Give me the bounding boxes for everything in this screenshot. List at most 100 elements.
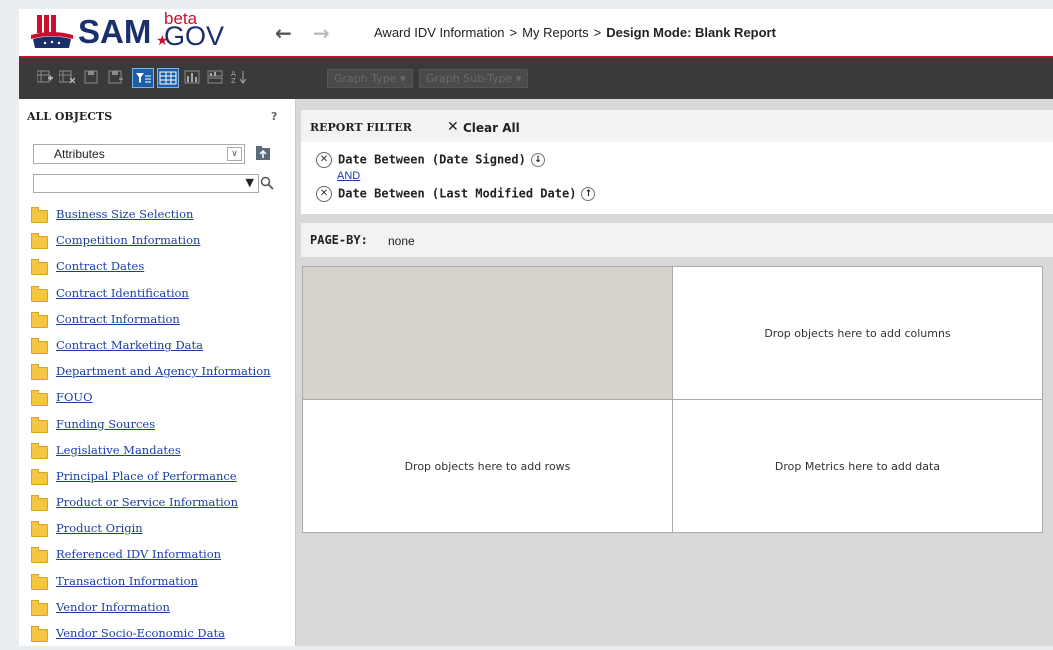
folder-label[interactable]: Contract Identification [56,286,189,300]
chevron-down-icon: ▾ [400,72,406,85]
folder-label[interactable]: Contract Information [56,312,180,326]
close-icon[interactable]: ✕ [447,119,459,135]
row-drop-zone[interactable]: Drop objects here to add rows [303,400,673,532]
folder-label[interactable]: Vendor Information [56,600,170,614]
folder-item[interactable]: Funding Sources [19,415,295,441]
folder-label[interactable]: Transaction Information [56,574,198,588]
filter-icon[interactable] [132,68,154,88]
filter-condition-label[interactable]: Date Between (Last Modified Date) [338,187,576,201]
breadcrumb-item-my-reports[interactable]: My Reports [522,25,588,40]
remove-data-icon[interactable] [59,70,75,84]
graph-subtype-select[interactable]: Graph Sub-Type ▾ [419,69,529,88]
page-by-label: PAGE-BY: [310,233,368,247]
object-type-value: Attributes [54,147,105,161]
all-objects-panel: ALL OBJECTS ? Attributes ∨ ▼ Business Si… [19,99,296,646]
arrow-down-icon[interactable]: ↓ [530,153,545,167]
back-arrow-icon[interactable]: ← [275,21,292,45]
page-by-value[interactable]: none [388,234,415,248]
breadcrumb-separator: > [509,25,518,40]
folder-icon [31,468,48,485]
folder-label[interactable]: Competition Information [56,233,200,247]
graph-type-select[interactable]: Graph Type ▾ [327,69,413,88]
folder-item[interactable]: Legislative Mandates [19,441,295,467]
breadcrumb-current: Design Mode: Blank Report [606,25,776,40]
folder-label[interactable]: Referenced IDV Information [56,547,221,561]
folder-item[interactable]: Referenced IDV Information [19,545,295,571]
row-drop-hint: Drop objects here to add rows [404,459,571,473]
object-search-input[interactable]: ▼ [33,174,259,193]
save-icon[interactable] [84,70,100,84]
dropdown-arrow-icon[interactable]: ▼ [246,176,254,189]
filter-operator-link[interactable]: AND [337,170,360,182]
folder-icon [31,626,48,642]
report-grid-dropzone: Drop objects here to add columns Drop ob… [302,266,1043,533]
remove-condition-icon[interactable]: ✕ [316,186,332,202]
folder-label[interactable]: Principal Place of Performance [56,469,237,483]
folder-icon [31,573,48,590]
object-folder-list: Business Size Selection Competition Info… [19,205,295,650]
all-objects-title: ALL OBJECTS [27,110,113,123]
folder-item[interactable]: Product or Service Information [19,493,295,519]
breadcrumb-separator: > [593,25,602,40]
folder-item[interactable]: Transaction Information [19,572,295,598]
metric-drop-zone[interactable]: Drop Metrics here to add data [673,400,1042,532]
folder-item[interactable]: Contract Identification [19,284,295,310]
forward-arrow-icon[interactable]: → [313,21,330,45]
folder-item[interactable]: Competition Information [19,231,295,257]
folder-label[interactable]: Funding Sources [56,417,155,431]
folder-item[interactable]: Vendor Socio-Economic Data [19,624,295,650]
save-as-icon[interactable] [108,70,124,84]
folder-icon [31,390,48,407]
folder-label[interactable]: Product or Service Information [56,495,238,509]
folder-item[interactable]: Business Size Selection [19,205,295,231]
folder-label[interactable]: Vendor Socio-Economic Data [56,626,225,640]
capitol-flag-icon [31,15,73,48]
column-drop-zone[interactable]: Drop objects here to add columns [673,267,1042,400]
folder-label[interactable]: Contract Dates [56,259,144,273]
folder-item[interactable]: Contract Marketing Data [19,336,295,362]
filter-condition-label[interactable]: Date Between (Date Signed) [338,153,526,167]
folder-icon [31,311,48,328]
grid-graph-icon[interactable] [207,70,223,84]
report-design-area: REPORT FILTER ✕ Clear All ✕ Date Between … [296,99,1053,646]
breadcrumb-item-award-idv[interactable]: Award IDV Information [374,25,505,40]
folder-item[interactable]: FOUO [19,388,295,414]
sort-icon[interactable]: AZ [231,70,247,84]
report-filter-header: REPORT FILTER ✕ Clear All [301,110,1053,142]
column-drop-hint: Drop objects here to add columns [764,326,951,340]
logo-sam-text: SAM [78,13,152,50]
folder-icon [31,495,48,512]
folder-item[interactable]: Vendor Information [19,598,295,624]
folder-label[interactable]: Department and Agency Information [56,364,271,378]
graph-view-icon[interactable] [184,70,200,84]
folder-label[interactable]: Contract Marketing Data [56,338,203,352]
folder-item[interactable]: Product Origin [19,519,295,545]
folder-icon [31,285,48,302]
folder-label[interactable]: Business Size Selection [56,207,193,221]
folder-item[interactable]: Department and Agency Information [19,362,295,388]
folder-item[interactable]: Principal Place of Performance [19,467,295,493]
folder-item[interactable]: Contract Dates [19,257,295,283]
search-icon[interactable] [260,176,274,190]
folder-label[interactable]: Product Origin [56,521,143,535]
report-filter-panel: REPORT FILTER ✕ Clear All ✕ Date Between … [301,110,1053,214]
arrow-up-icon[interactable]: ↑ [581,187,596,201]
clear-all-button[interactable]: Clear All [463,121,520,135]
remove-condition-icon[interactable]: ✕ [316,152,332,168]
folder-item[interactable]: Contract Information [19,310,295,336]
folder-icon [31,442,48,459]
filter-condition[interactable]: ✕ Date Between (Last Modified Date) ↑ [316,186,596,202]
folder-icon [31,599,48,616]
object-type-select[interactable]: Attributes ∨ [33,144,245,164]
add-data-icon[interactable] [37,70,53,84]
grid-view-icon[interactable] [157,68,179,88]
logo-gov-text: GOV [164,21,225,51]
folder-icon [31,233,48,250]
folder-label[interactable]: FOUO [56,390,93,404]
report-filter-title: REPORT FILTER [310,121,412,134]
folder-icon [31,416,48,433]
help-icon[interactable]: ? [271,110,277,123]
folder-label[interactable]: Legislative Mandates [56,443,181,457]
filter-condition[interactable]: ✕ Date Between (Date Signed) ↓ [316,152,545,168]
folder-browse-icon[interactable] [255,145,271,161]
